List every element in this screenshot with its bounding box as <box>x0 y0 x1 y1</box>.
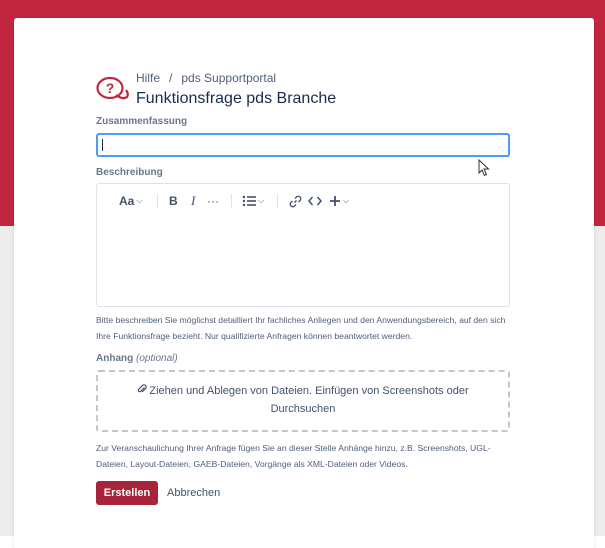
bullet-list-icon <box>242 195 256 207</box>
link-button[interactable] <box>289 192 302 210</box>
summary-input[interactable] <box>96 133 510 157</box>
create-button[interactable]: Erstellen <box>96 481 158 505</box>
cancel-button[interactable]: Abbrechen <box>162 481 225 505</box>
summary-label: Zusammenfassung <box>96 116 188 127</box>
breadcrumb-separator: / <box>169 71 173 85</box>
page-title: Funktionsfrage pds Branche <box>136 90 337 107</box>
description-help-text: Bitte beschreiben Sie möglichst detailli… <box>96 315 506 341</box>
text-caret <box>102 139 103 151</box>
question-chat-icon: ? <box>96 76 129 100</box>
description-editor[interactable]: Aa ⌵ B I ··· ⌵ ⌵ <box>96 183 510 307</box>
toolbar-divider <box>231 194 232 208</box>
bold-button[interactable]: B <box>169 192 178 210</box>
text-style-dropdown[interactable]: Aa ⌵ <box>119 192 142 210</box>
breadcrumb: Hilfe / pds Supportportal <box>136 71 276 85</box>
dropzone-text: Ziehen und Ablegen von Dateien. Einfügen… <box>149 385 469 397</box>
chevron-down-icon: ⌵ <box>343 196 350 205</box>
optional-marker: (optional) <box>136 353 178 364</box>
toolbar-divider <box>157 194 158 208</box>
dropzone-instructions: Ziehen und Ablegen von Dateien. Einfügen… <box>98 383 508 397</box>
code-icon <box>308 196 322 206</box>
paperclip-icon <box>138 384 148 393</box>
more-formatting-button[interactable]: ··· <box>207 192 219 210</box>
attachment-label-text: Anhang <box>96 353 134 364</box>
insert-dropdown[interactable]: ⌵ <box>329 192 349 210</box>
attachment-label: Anhang (optional) <box>96 353 178 364</box>
browse-link[interactable]: Durchsuchen <box>98 403 508 415</box>
text-style-label: Aa <box>119 194 135 208</box>
editor-toolbar: Aa ⌵ B I ··· ⌵ ⌵ <box>97 192 509 210</box>
breadcrumb-portal-link[interactable]: pds Supportportal <box>181 71 276 85</box>
italic-button[interactable]: I <box>191 192 195 210</box>
chevron-down-icon: ⌵ <box>136 196 143 205</box>
breadcrumb-help-link[interactable]: Hilfe <box>136 71 160 85</box>
chevron-down-icon: ⌵ <box>258 196 265 205</box>
code-button[interactable] <box>308 192 322 210</box>
attachment-help-text: Zur Veranschaulichung Ihrer Anfrage füge… <box>96 443 491 469</box>
mouse-cursor-icon <box>478 159 490 177</box>
plus-icon <box>330 196 340 206</box>
description-label: Beschreibung <box>96 167 163 178</box>
svg-text:?: ? <box>106 80 115 96</box>
link-icon <box>289 195 302 207</box>
list-dropdown[interactable]: ⌵ <box>242 192 264 210</box>
toolbar-divider <box>277 194 278 208</box>
attachment-dropzone[interactable]: Ziehen und Ablegen von Dateien. Einfügen… <box>96 370 510 432</box>
